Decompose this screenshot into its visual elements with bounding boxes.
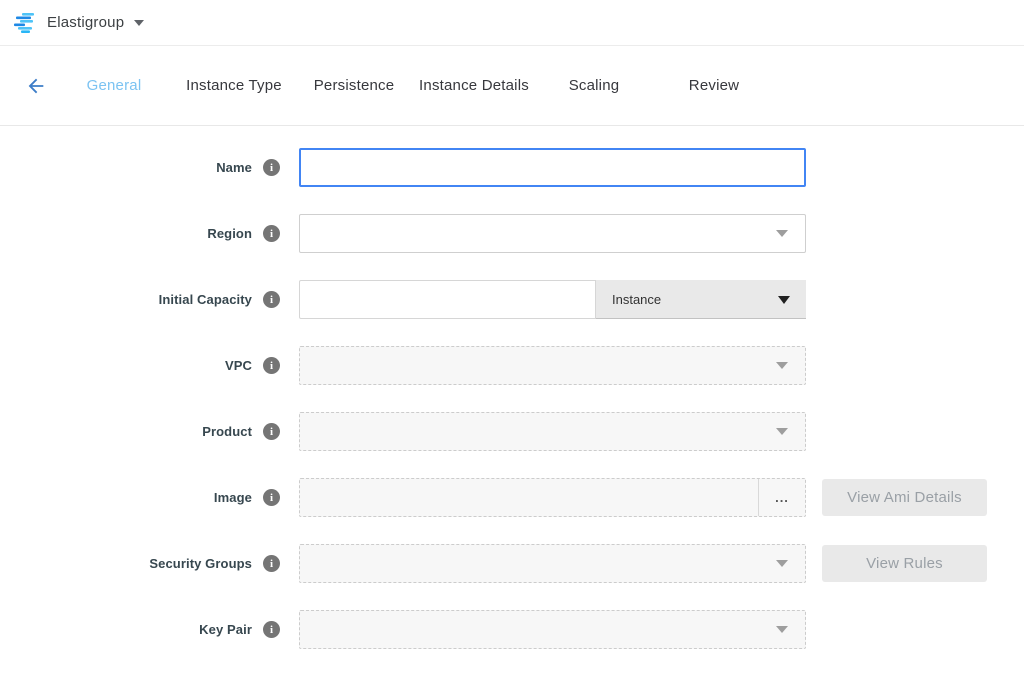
image-browse-button[interactable]: ...: [758, 479, 805, 516]
app-bar: Elastigroup: [0, 0, 1024, 46]
capacity-unit-select[interactable]: Instance: [596, 280, 806, 319]
chevron-down-icon: [776, 362, 788, 369]
info-icon[interactable]: i: [263, 423, 280, 440]
name-input[interactable]: [299, 148, 806, 187]
info-icon[interactable]: i: [263, 291, 280, 308]
form-row-name: Name i: [0, 148, 1024, 187]
arrow-back-icon: [25, 75, 47, 97]
tab-persistence[interactable]: Persistence: [294, 77, 414, 94]
region-select[interactable]: [299, 214, 806, 253]
tab-instance-details[interactable]: Instance Details: [414, 77, 534, 94]
image-field: ...: [299, 478, 806, 517]
back-button[interactable]: [18, 68, 54, 104]
form-row-region: Region i: [0, 214, 1024, 253]
initial-capacity-label: Initial Capacity: [0, 292, 252, 307]
chevron-down-icon: [776, 560, 788, 567]
info-icon[interactable]: i: [263, 621, 280, 638]
image-label: Image: [0, 490, 252, 505]
chevron-down-icon: [776, 626, 788, 633]
product-select: [299, 412, 806, 451]
key-pair-label: Key Pair: [0, 622, 252, 637]
vpc-label: VPC: [0, 358, 252, 373]
region-label: Region: [0, 226, 252, 241]
info-icon[interactable]: i: [263, 555, 280, 572]
security-groups-select: [299, 544, 806, 583]
chevron-down-icon: [776, 428, 788, 435]
info-icon[interactable]: i: [263, 489, 280, 506]
tab-scaling[interactable]: Scaling: [534, 77, 654, 94]
elastigroup-logo-icon: [14, 13, 38, 33]
tab-review[interactable]: Review: [654, 77, 774, 94]
vpc-select: [299, 346, 806, 385]
form-row-security-groups: Security Groups i View Rules: [0, 544, 1024, 583]
tab-instance-type[interactable]: Instance Type: [174, 77, 294, 94]
app-title[interactable]: Elastigroup: [47, 14, 124, 31]
info-icon[interactable]: i: [263, 357, 280, 374]
form-row-key-pair: Key Pair i: [0, 610, 1024, 649]
form-row-initial-capacity: Initial Capacity i Instance: [0, 280, 1024, 319]
chevron-down-icon[interactable]: [134, 20, 144, 26]
image-value: [300, 479, 758, 516]
general-form: Name i Region i Initial Capacity i Insta…: [0, 126, 1024, 649]
tab-general[interactable]: General: [54, 77, 174, 94]
info-icon[interactable]: i: [263, 225, 280, 242]
product-label: Product: [0, 424, 252, 439]
form-row-product: Product i: [0, 412, 1024, 451]
info-icon[interactable]: i: [263, 159, 280, 176]
initial-capacity-input[interactable]: [299, 280, 596, 319]
security-groups-label: Security Groups: [0, 556, 252, 571]
capacity-unit-value: Instance: [612, 292, 661, 307]
form-row-vpc: VPC i: [0, 346, 1024, 385]
name-label: Name: [0, 160, 252, 175]
wizard-tabs: General Instance Type Persistence Instan…: [54, 77, 774, 94]
view-rules-button[interactable]: View Rules: [822, 545, 987, 582]
form-row-image: Image i ... View Ami Details: [0, 478, 1024, 517]
wizard-nav: General Instance Type Persistence Instan…: [0, 46, 1024, 126]
view-ami-details-button[interactable]: View Ami Details: [822, 479, 987, 516]
chevron-down-icon: [778, 296, 790, 304]
chevron-down-icon: [776, 230, 788, 237]
key-pair-select: [299, 610, 806, 649]
